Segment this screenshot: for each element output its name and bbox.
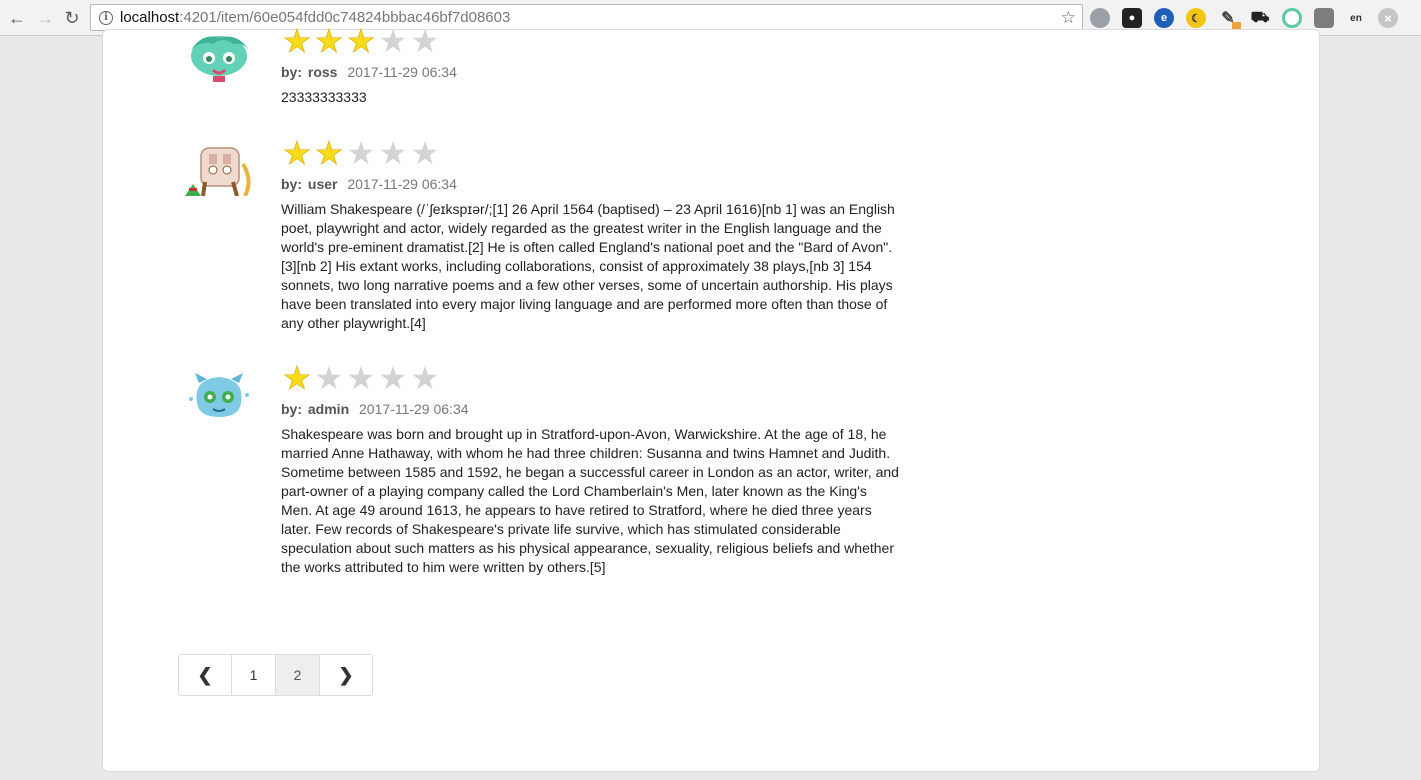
comment-date: 2017-11-29 06:34: [347, 176, 457, 192]
comment-text: William Shakespeare (/ˈʃeɪkspɪər/;[1] 26…: [281, 201, 895, 331]
forward-button[interactable]: →: [33, 6, 57, 30]
chevron-left-icon: ❮: [197, 664, 213, 685]
comment-text: 23333333333: [281, 89, 367, 105]
by-label: by:: [281, 64, 302, 80]
star-filled-icon: ★: [282, 22, 312, 60]
extension-close-circle-icon[interactable]: ×: [1378, 8, 1398, 28]
star-empty-icon: ★: [346, 359, 376, 397]
star-outline-icon[interactable]: ☆: [1061, 8, 1076, 28]
comment-body: ★ ★ ★ ★ ★ by: admin 2017-11-29 06:34 Shakesp…: [281, 359, 901, 577]
back-button[interactable]: ←: [5, 6, 29, 30]
rating-stars: ★ ★ ★ ★ ★: [281, 22, 901, 60]
star-filled-icon: ★: [282, 134, 312, 172]
star-empty-icon: ★: [410, 359, 440, 397]
pagination: ❮ 1 2 ❯: [178, 654, 373, 696]
page-button-2[interactable]: 2: [275, 654, 320, 696]
next-page-button[interactable]: ❯: [319, 654, 373, 696]
extension-eyedropper-icon[interactable]: ✎: [1218, 8, 1241, 31]
prev-page-button[interactable]: ❮: [178, 654, 232, 696]
extension-tampermonkey-icon[interactable]: ●: [1122, 8, 1142, 28]
avatar: [189, 373, 249, 417]
comment-date: 2017-11-29 06:34: [347, 64, 457, 80]
author-name[interactable]: ross: [308, 64, 338, 80]
extension-e-icon[interactable]: e: [1154, 8, 1174, 28]
comment-text: Shakespeare was born and brought up in S…: [281, 426, 899, 575]
extension-gray-icon[interactable]: [1090, 8, 1110, 28]
star-filled-icon: ★: [314, 134, 344, 172]
reload-icon: ↻: [64, 7, 80, 28]
arrow-left-icon: ←: [8, 7, 26, 28]
star-filled-icon: ★: [282, 359, 312, 397]
url-path: :4201/item/60e054fdd0c74824bbbac46bf7d08…: [179, 9, 511, 26]
extensions-bar: ● e ☾ ✎ ⛟ en ×: [1090, 8, 1410, 31]
reload-button[interactable]: ↻: [60, 6, 84, 30]
comment-date: 2017-11-29 06:34: [359, 401, 469, 417]
page-background: ★ ★ ★ ★ ★ by: ross 2017-11-29 06:34 23333333…: [0, 25, 1421, 780]
star-empty-icon: ★: [378, 359, 408, 397]
star-filled-icon: ★: [314, 22, 344, 60]
rating-stars: ★ ★ ★ ★ ★: [281, 134, 901, 172]
star-empty-icon: ★: [314, 359, 344, 397]
star-empty-icon: ★: [378, 134, 408, 172]
extension-box-icon[interactable]: [1314, 8, 1334, 28]
star-empty-icon: ★: [410, 134, 440, 172]
comment-meta: by: ross 2017-11-29 06:34: [281, 64, 901, 80]
extension-translate-icon[interactable]: en: [1346, 8, 1366, 28]
author-name[interactable]: user: [308, 176, 338, 192]
star-empty-icon: ★: [410, 22, 440, 60]
url-host: localhost: [120, 9, 180, 26]
extension-ring-icon[interactable]: [1282, 8, 1302, 28]
comment-meta: by: admin 2017-11-29 06:34: [281, 401, 901, 417]
info-icon[interactable]: i: [99, 10, 113, 25]
rating-stars: ★ ★ ★ ★ ★: [281, 359, 901, 397]
extension-car-icon[interactable]: ⛟: [1250, 8, 1270, 28]
author-name[interactable]: admin: [308, 401, 349, 417]
arrow-right-icon: →: [36, 7, 54, 28]
avatar: [185, 147, 251, 196]
star-filled-icon: ★: [346, 22, 376, 60]
chevron-right-icon: ❯: [338, 664, 354, 685]
comment-body: ★ ★ ★ ★ ★ by: ross 2017-11-29 06:34 23333333…: [281, 22, 901, 107]
by-label: by:: [281, 401, 302, 417]
avatar: [191, 36, 249, 82]
extension-moon-icon[interactable]: ☾: [1186, 8, 1206, 28]
star-empty-icon: ★: [378, 22, 408, 60]
comment-meta: by: user 2017-11-29 06:34: [281, 176, 901, 192]
star-empty-icon: ★: [346, 134, 376, 172]
comment-body: ★ ★ ★ ★ ★ by: user 2017-11-29 06:34 William …: [281, 134, 901, 333]
page-button-1[interactable]: 1: [231, 654, 276, 696]
by-label: by:: [281, 176, 302, 192]
